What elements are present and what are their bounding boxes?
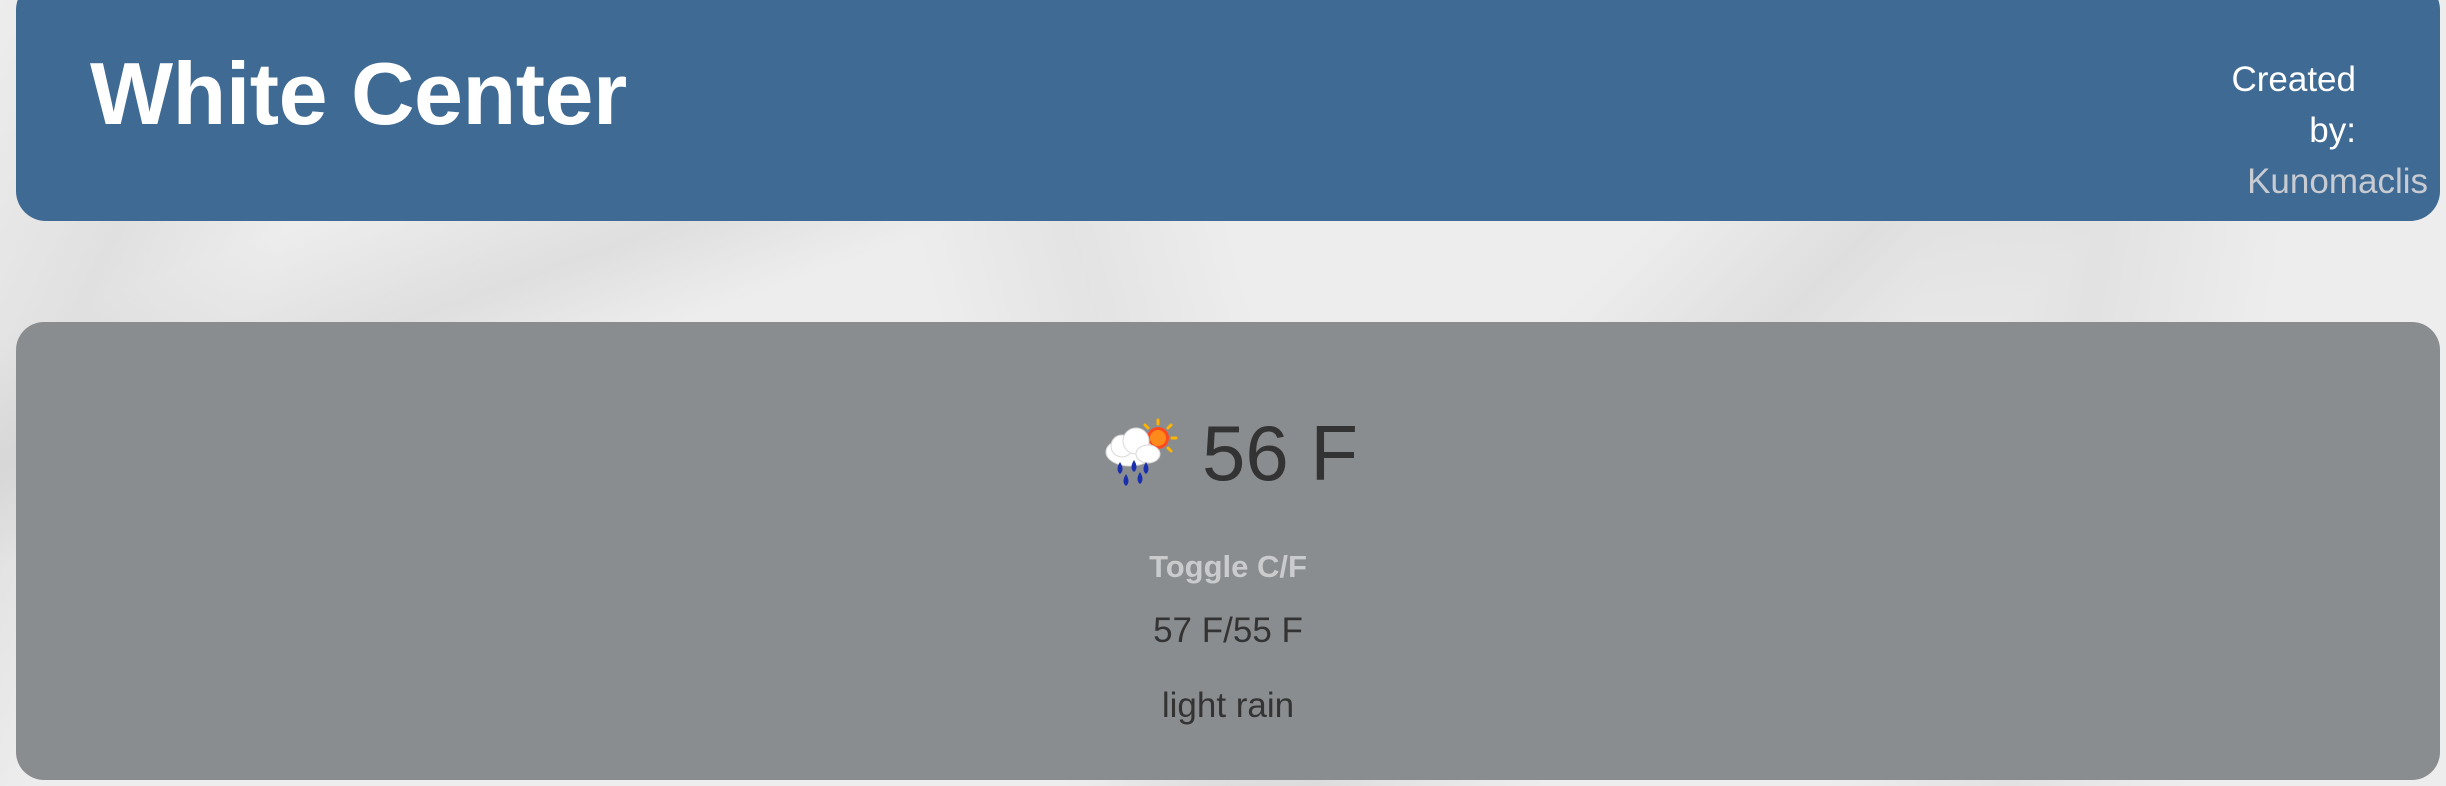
high-low-temperature: 57 F/55 F: [1153, 611, 1303, 650]
author-link[interactable]: Kunomaclis: [2228, 156, 2428, 207]
toggle-row: Toggle C/F: [16, 549, 2440, 585]
rain-cloud-sun-icon: [1105, 418, 1178, 486]
created-label: Created: [2231, 60, 2356, 99]
by-label: by:: [2309, 111, 2356, 150]
current-temperature: 56 F: [1201, 409, 1359, 497]
credit-block: Created by: Kunomaclis: [2228, 54, 2428, 207]
city-title: White Center: [90, 44, 627, 143]
page-header: White Center Created by: Kunomaclis: [16, 0, 2440, 221]
weather-card: 56 F Toggle C/F 57 F/55 F light rain: [16, 322, 2440, 780]
weather-description: light rain: [1161, 686, 1295, 725]
toggle-units-button[interactable]: Toggle C/F: [1149, 549, 1307, 585]
temperature-row: 56 F: [16, 412, 2440, 494]
